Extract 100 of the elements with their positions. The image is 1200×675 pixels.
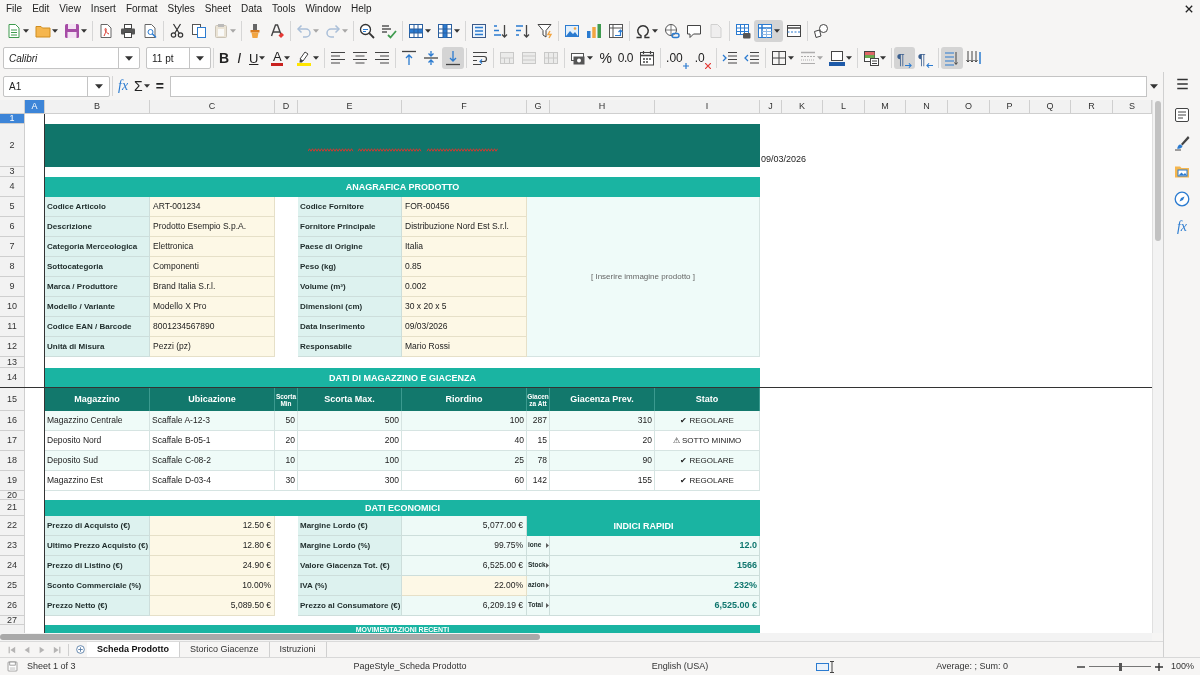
merge-cells-icon	[521, 50, 538, 66]
column-header[interactable]: H	[550, 100, 655, 114]
wrap-text-icon	[472, 50, 489, 66]
menu-item[interactable]: Tools	[267, 0, 301, 18]
scrollbar-thumb[interactable]	[0, 634, 540, 640]
field-value: Distribuzione Nord Est S.r.l.	[402, 217, 527, 237]
column-header[interactable]: S	[1113, 100, 1152, 114]
right-to-left-button[interactable]: ¶	[914, 47, 936, 69]
row-header[interactable]: 4	[0, 177, 25, 197]
row-header[interactable]: 13	[0, 357, 25, 368]
row-header[interactable]: 18	[0, 451, 25, 471]
font-color-button[interactable]: A	[268, 47, 294, 69]
menu-item[interactable]: Help	[346, 0, 377, 18]
scrollbar-thumb[interactable]	[1155, 101, 1161, 241]
menu-item[interactable]: Styles	[162, 0, 200, 18]
column-header[interactable]: O	[948, 100, 990, 114]
caret-icon	[425, 29, 431, 33]
freeze-panes-button[interactable]	[754, 20, 783, 42]
menu-item[interactable]: File	[1, 0, 28, 18]
row-header[interactable]: 17	[0, 431, 25, 451]
section-header: ANAGRAFICA PRODOTTO	[45, 177, 760, 197]
menu-item[interactable]: Sheet	[199, 0, 236, 18]
field-label: Descrizione	[45, 217, 150, 237]
row-header[interactable]: 6	[0, 217, 25, 237]
column-header[interactable]: G	[527, 100, 550, 114]
align-bottom-button[interactable]	[442, 47, 465, 69]
row-header[interactable]: 15	[0, 388, 25, 411]
zoom-slider[interactable]	[1089, 661, 1151, 672]
row-header[interactable]: 25	[0, 576, 25, 596]
row-header[interactable]: 16	[0, 411, 25, 431]
zoom-level-text: 100%	[1171, 659, 1194, 673]
left-to-right-button[interactable]: ¶	[893, 47, 915, 69]
column-header[interactable]: C	[150, 100, 275, 114]
column-header[interactable]: R	[1071, 100, 1113, 114]
row-header[interactable]: 22	[0, 516, 25, 536]
column-header[interactable]: L	[823, 100, 865, 114]
italic-button[interactable]: I	[232, 47, 246, 69]
underline-button[interactable]: U	[246, 47, 269, 69]
delete-decimal-button[interactable]: .0	[691, 47, 714, 69]
menu-item[interactable]: Window	[300, 0, 346, 18]
column-header[interactable]: A	[25, 100, 45, 114]
sheet-tab[interactable]: Istruzioni	[269, 642, 327, 657]
column-header[interactable]: N	[906, 100, 948, 114]
formula-button[interactable]: =	[152, 76, 167, 96]
table-cell: 40	[402, 431, 527, 451]
row-header[interactable]: 3	[0, 167, 25, 177]
column-header[interactable]: J	[760, 100, 782, 114]
table-cell: 78	[527, 451, 550, 471]
column-header[interactable]: F	[402, 100, 527, 114]
font-size-field[interactable]: 11 pt	[146, 47, 211, 69]
sheet-tab[interactable]: Scheda Prodotto	[87, 642, 180, 657]
plus-icon	[682, 63, 689, 69]
functions-button[interactable]: fx	[1169, 213, 1195, 241]
field-value: Prodotto Esempio S.p.A.	[150, 217, 275, 237]
column-header[interactable]: E	[298, 100, 402, 114]
right-arrow-icon	[904, 62, 912, 69]
add-decimal-button[interactable]: .00	[663, 47, 692, 69]
row-header[interactable]: 19	[0, 471, 25, 491]
column-header[interactable]: B	[45, 100, 150, 114]
row-header[interactable]: 12	[0, 337, 25, 357]
column-header[interactable]: Q	[1030, 100, 1071, 114]
row-header[interactable]: 2	[0, 124, 25, 167]
row-header[interactable]: 23	[0, 536, 25, 556]
row-header[interactable]: 1	[0, 114, 25, 124]
column-header[interactable]: M	[865, 100, 906, 114]
row-header[interactable]: 10	[0, 297, 25, 317]
menu-item[interactable]: Edit	[27, 0, 55, 18]
menu-item[interactable]: Format	[120, 0, 163, 18]
add-sheet-button[interactable]	[73, 642, 87, 657]
row-header[interactable]: 7	[0, 237, 25, 257]
slider-thumb[interactable]	[1118, 662, 1122, 671]
sum-button[interactable]: Σ	[131, 76, 153, 96]
row-header[interactable]: 14	[0, 368, 25, 388]
sort-ascending-icon	[493, 23, 509, 39]
menu-item[interactable]: Data	[235, 0, 268, 18]
row-header[interactable]: 21	[0, 500, 25, 516]
sheet-tab[interactable]: Storico Giacenze	[180, 642, 270, 657]
vertical-scrollbar[interactable]	[1152, 100, 1163, 633]
column-header[interactable]: D	[275, 100, 298, 114]
row-header[interactable]: 26	[0, 596, 25, 616]
row-header[interactable]: 11	[0, 317, 25, 337]
formula-input[interactable]	[169, 75, 1147, 97]
font-name-field[interactable]: Calibri	[3, 47, 140, 69]
column-header[interactable]: P	[990, 100, 1030, 114]
row-header[interactable]: 8	[0, 257, 25, 277]
row-header[interactable]: 24	[0, 556, 25, 576]
column-header[interactable]: I	[655, 100, 760, 114]
zoom-in-button[interactable]	[1153, 660, 1165, 673]
row-header[interactable]: 9	[0, 277, 25, 297]
row-header[interactable]: 5	[0, 197, 25, 217]
bold-button[interactable]: B	[216, 47, 233, 69]
name-box[interactable]: A1	[3, 75, 110, 97]
image-placeholder-field[interactable]: [ Inserire immagine prodotto ]	[527, 197, 760, 357]
text-direction-button[interactable]	[940, 47, 963, 69]
function-wizard-button[interactable]: fx	[115, 76, 132, 96]
number-button[interactable]: 0.0	[614, 47, 637, 69]
column-header[interactable]: K	[782, 100, 823, 114]
menu-item[interactable]: Insert	[85, 0, 121, 18]
menu-item[interactable]: View	[54, 0, 86, 18]
percent-button[interactable]: %	[596, 47, 615, 69]
